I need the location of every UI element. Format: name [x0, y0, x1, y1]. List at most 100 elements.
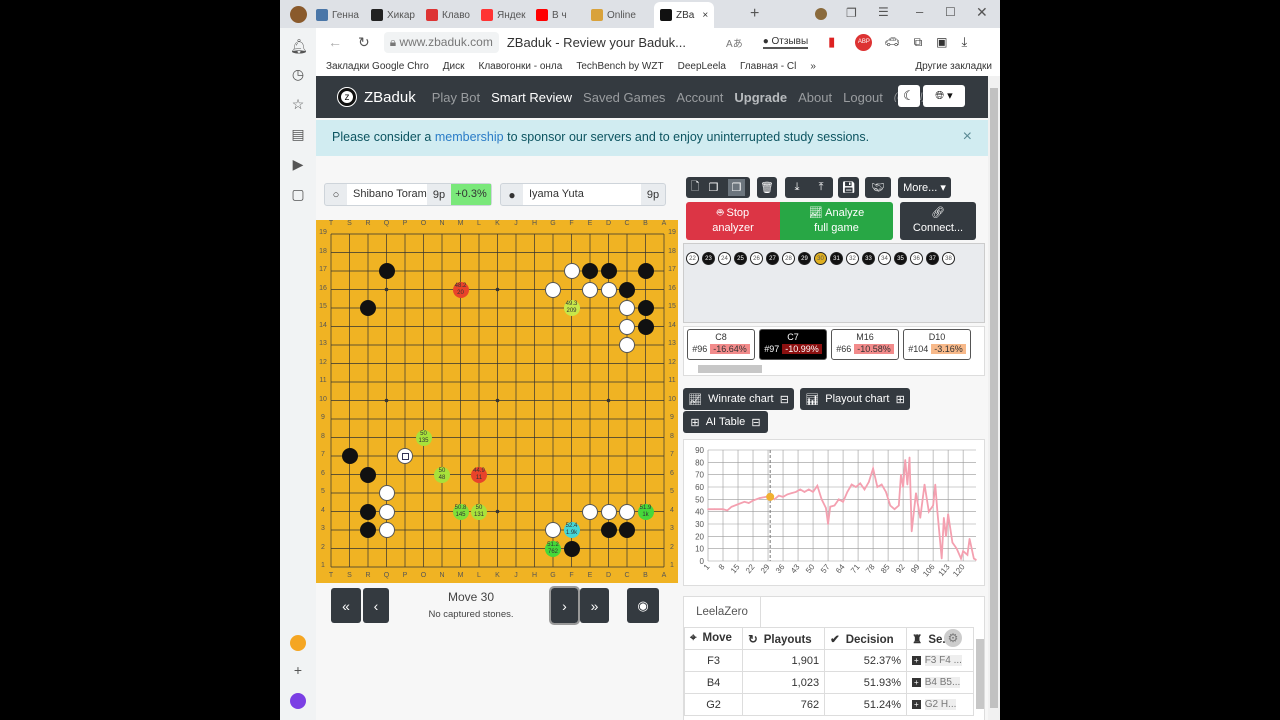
notes-icon[interactable]: ▤ [290, 126, 306, 142]
move-node[interactable]: 29 [798, 252, 811, 265]
mistake-card[interactable]: C7 #97 -10.99% [759, 329, 827, 360]
mistake-card[interactable]: M16 #66 -10.58% [831, 329, 899, 360]
maximize-icon[interactable]: ☐ [945, 5, 956, 19]
go-board[interactable]: TTSSRRQQPPOONNMMLLKKJJHHGGFFEEDDCCBBAA11… [316, 220, 678, 583]
move-node[interactable]: 34 [878, 252, 891, 265]
move-node[interactable]: 23 [702, 252, 715, 265]
move-node[interactable]: 37 [926, 252, 939, 265]
move-node[interactable]: 24 [718, 252, 731, 265]
adblock-icon[interactable]: ABP [855, 33, 873, 51]
candidate-move[interactable]: 52.4 1.9k [563, 522, 580, 538]
candidate-move[interactable]: 50 131 [471, 503, 487, 520]
close-tab-icon[interactable]: × [702, 10, 708, 21]
bookmark-item[interactable]: Диск [443, 61, 465, 72]
dark-mode-toggle-icon[interactable]: ☾ [898, 85, 920, 107]
prev-move-button[interactable]: ‹ [363, 588, 389, 623]
nav-account[interactable]: Account [676, 90, 723, 105]
candidate-move[interactable]: 50 48 [434, 466, 450, 483]
tab-5[interactable]: Online [591, 4, 636, 26]
next-move-button[interactable]: › [549, 586, 580, 625]
bookmark-item[interactable]: Закладки Google Chro [326, 61, 429, 72]
tab-4[interactable]: В ч [536, 4, 567, 26]
tab-1[interactable]: Хикар [371, 4, 415, 26]
history-icon[interactable]: ◷ [290, 66, 306, 82]
connect-button[interactable]: 🔗︎ Connect... [900, 202, 976, 240]
extension-icon[interactable]: ⧉ [914, 35, 923, 50]
current-move-marker[interactable] [766, 492, 775, 501]
move-node[interactable]: 31 [830, 252, 843, 265]
brand[interactable]: ZBaduk [364, 89, 416, 106]
new-file-icon[interactable]: 🗋 [691, 178, 700, 197]
close-window-icon[interactable]: ✕ [976, 4, 988, 21]
table-row[interactable]: B4 1,023 51.93% + B4 B5... [683, 671, 974, 694]
move-node[interactable]: 32 [846, 252, 859, 265]
table-scrollbar[interactable] [976, 639, 984, 709]
tab-0[interactable]: Генна [316, 4, 359, 26]
tab-6[interactable]: ZBa × [654, 2, 715, 28]
url-field[interactable]: 🔒︎ www.zbaduk.com [383, 31, 499, 53]
handshake-icon[interactable]: 🤝︎ [865, 177, 891, 198]
extension-check-icon[interactable]: ▣ [936, 35, 947, 49]
black-player-name[interactable]: Iyama Yuta [523, 184, 641, 205]
page-scrollbar[interactable] [988, 76, 1000, 720]
nav-about[interactable]: About [798, 90, 832, 105]
table-row[interactable]: F3 1,901 52.37% + F3 F4 ... [683, 649, 974, 672]
expand-icon[interactable]: + [912, 656, 921, 665]
table-header[interactable]: ♜ Se... [906, 627, 974, 650]
stop-analyzer-button[interactable]: 🤖︎ Stop analyzer [686, 202, 780, 240]
ai-table-toggle[interactable]: ⊞ AI Table ⊟ [683, 411, 768, 433]
candidate-move[interactable]: 49.3 209 [563, 300, 580, 316]
move-tree[interactable]: 22 23 24 25 26 27 28 29 30 31 32 33 34 35 36 37 38 [683, 243, 985, 323]
reload-icon[interactable]: ↻ [358, 34, 370, 51]
last-move-button[interactable]: » [580, 588, 609, 623]
candidate-move[interactable]: 51.2 762 [545, 540, 561, 557]
move-node[interactable]: 38 [942, 252, 955, 265]
add-icon[interactable]: + [290, 662, 306, 678]
winrate-chart-toggle[interactable]: 📈︎ Winrate chart ⊟ [683, 388, 794, 410]
winrate-chart-svg[interactable]: 01020304050607080901 8 15 22 29 36 43 50 57 64 71 7… [684, 440, 984, 585]
candidate-move[interactable]: 44.9 11 [471, 466, 487, 483]
nav-logout[interactable]: Logout [843, 90, 883, 105]
download-sgf-icon[interactable]: ⤓ [795, 181, 800, 194]
tab-3[interactable]: Яндек [481, 4, 526, 26]
star-icon[interactable]: ☆ [290, 96, 306, 112]
assistant-icon[interactable] [290, 693, 306, 709]
minimize-icon[interactable]: – [916, 4, 923, 19]
table-header[interactable]: ⌖ Move [683, 627, 744, 650]
membership-link[interactable]: membership [435, 130, 504, 144]
save-icon[interactable]: 💾︎ [838, 177, 859, 198]
move-node[interactable]: 26 [750, 252, 763, 265]
horizontal-scrollbar[interactable] [698, 365, 762, 373]
bookmark-icon[interactable]: ▮ [828, 34, 835, 50]
download-icon[interactable]: ⤓ [961, 34, 967, 50]
table-header[interactable]: ↻ Playouts [742, 627, 826, 650]
bookmark-item[interactable]: Главная - Cl [740, 61, 796, 72]
menu-icon[interactable]: ☰ [878, 5, 889, 19]
expand-icon[interactable]: + [912, 678, 921, 687]
tab-2[interactable]: Клаво [426, 4, 470, 26]
move-node[interactable]: 25 [734, 252, 747, 265]
alice-icon[interactable] [290, 635, 306, 651]
new-tab-icon[interactable]: + [750, 5, 759, 23]
playout-chart-toggle[interactable]: 📊︎ Playout chart ⊞ [800, 388, 910, 410]
bookmark-item[interactable]: TechBench by WZT [576, 61, 663, 72]
copy-icon[interactable]: ❐ [709, 181, 719, 194]
move-node[interactable]: 30 [814, 252, 827, 265]
expand-icon[interactable]: + [912, 700, 921, 709]
candidate-move[interactable]: 50 135 [415, 429, 432, 446]
translate-icon[interactable]: Aあ [726, 35, 743, 50]
move-node[interactable]: 27 [766, 252, 779, 265]
move-node[interactable]: 36 [910, 252, 923, 265]
nav-upgrade[interactable]: Upgrade [734, 90, 787, 105]
candidate-move[interactable]: 51.9 1k [637, 503, 654, 520]
nav-smart-review[interactable]: Smart Review [491, 90, 572, 105]
bell-icon[interactable]: 🔔︎ [290, 38, 308, 54]
analyze-full-game-button[interactable]: 📈︎ Analyze full game [780, 202, 893, 240]
paste-icon[interactable]: ❐ [727, 179, 746, 196]
account-icon[interactable] [815, 8, 827, 20]
video-icon[interactable]: ▶ [290, 156, 306, 172]
delete-icon[interactable]: 🗑︎ [757, 177, 777, 198]
collections-icon[interactable]: ❐ [846, 6, 857, 20]
language-dropdown[interactable]: 🌐︎ ▾ [923, 85, 965, 107]
tab-leelazero[interactable]: LeelaZero [684, 597, 761, 627]
